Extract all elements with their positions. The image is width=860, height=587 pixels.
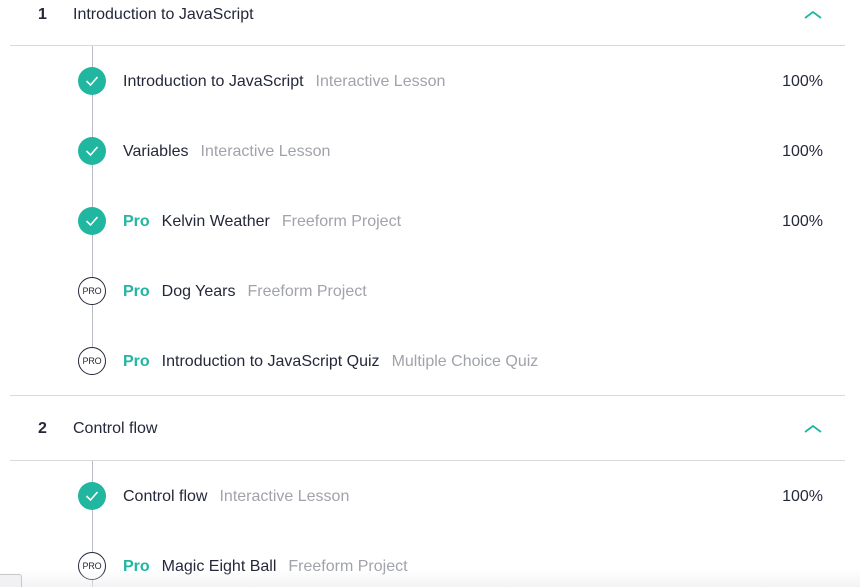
section-header-1[interactable]: 1 Introduction to JavaScript xyxy=(10,2,845,30)
lesson-title: Kelvin Weather xyxy=(161,213,270,230)
lesson-type: Interactive Lesson xyxy=(200,143,331,160)
chevron-up-icon[interactable] xyxy=(803,8,823,20)
lesson-row[interactable]: Control flow Interactive Lesson 100% xyxy=(78,482,823,510)
lesson-title: Introduction to JavaScript xyxy=(123,73,304,90)
checkmark-circle-icon xyxy=(78,137,106,165)
section-number: 2 xyxy=(38,420,47,437)
checkmark-circle-icon xyxy=(78,67,106,95)
section-number: 1 xyxy=(38,6,47,23)
lesson-row[interactable]: Introduction to JavaScript Interactive Le… xyxy=(78,67,823,95)
lesson-progress: 100% xyxy=(782,488,823,505)
lesson-type: Interactive Lesson xyxy=(315,73,446,90)
checkmark-circle-icon xyxy=(78,207,106,235)
section-divider xyxy=(10,45,845,46)
pro-badge-icon: PRO xyxy=(78,347,106,375)
lesson-type: Freeform Project xyxy=(281,213,402,230)
section-title: Introduction to JavaScript xyxy=(73,6,254,23)
lesson-progress: 100% xyxy=(782,143,823,160)
bottom-scroll-fade xyxy=(0,570,860,587)
lesson-title: Introduction to JavaScript Quiz xyxy=(161,353,380,370)
lesson-title: Variables xyxy=(123,143,189,160)
checkmark-circle-icon xyxy=(78,482,106,510)
lesson-title: Dog Years xyxy=(161,283,236,300)
lesson-type: Multiple Choice Quiz xyxy=(391,353,539,370)
lesson-progress: 100% xyxy=(782,213,823,230)
pro-label: Pro xyxy=(123,213,150,230)
section-header-2[interactable]: 2 Control flow xyxy=(10,416,845,444)
pro-label: Pro xyxy=(123,353,150,370)
chevron-up-icon[interactable] xyxy=(803,422,823,434)
lesson-row[interactable]: Pro Kelvin Weather Freeform Project 100% xyxy=(78,207,823,235)
corner-tab[interactable] xyxy=(0,574,22,587)
pro-label: Pro xyxy=(123,283,150,300)
lesson-row[interactable]: Variables Interactive Lesson 100% xyxy=(78,137,823,165)
section-title: Control flow xyxy=(73,420,158,437)
section-divider xyxy=(10,395,845,396)
lesson-row[interactable]: PRO Pro Introduction to JavaScript Quiz Mu… xyxy=(78,347,823,375)
lesson-type: Interactive Lesson xyxy=(219,488,350,505)
section-divider xyxy=(10,460,845,461)
lesson-row[interactable]: PRO Pro Dog Years Freeform Project xyxy=(78,277,823,305)
lesson-progress: 100% xyxy=(782,73,823,90)
pro-badge-icon: PRO xyxy=(78,277,106,305)
lesson-title: Control flow xyxy=(123,488,208,505)
lesson-type: Freeform Project xyxy=(247,283,367,300)
